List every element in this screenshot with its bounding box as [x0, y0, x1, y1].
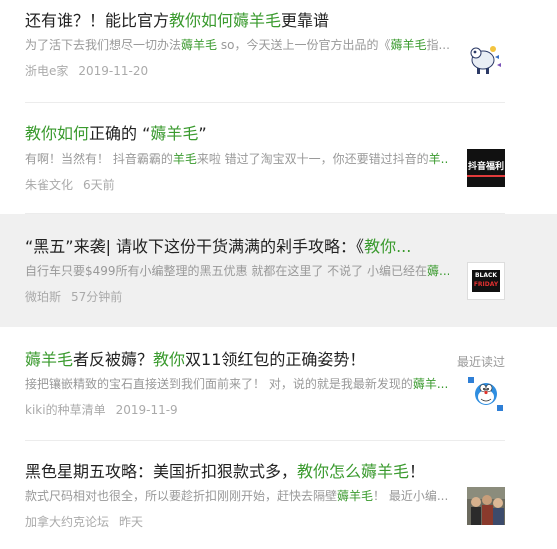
result-meta: 浙电e家 2019-11-20: [25, 62, 148, 80]
result-snippet: 自行车只要$499所有小编整理的黑五优惠 就都在这里了 不说了 小编已经在薅..…: [25, 264, 449, 278]
result-snippet: 款式尺码相对也很全，所以要趁折扣刚刚开始，赶快去隔壁薅羊毛！ 最近小编...: [25, 489, 449, 503]
result-snippet: 接把镶嵌精致的宝石直接送到我们面前来了！ 对，说的就是我最新发现的薅羊...: [25, 377, 449, 391]
recently-read-label: 最近读过: [457, 355, 506, 369]
result-meta: 微珀斯 57分钟前: [25, 288, 122, 306]
result-item-3[interactable]: “黑五”来袭| 请收下这份干货满满的剁手攻略：《教你... 自行车只要$499所…: [0, 214, 557, 327]
result-time: 2019-11-20: [78, 64, 149, 78]
result-time: 2019-11-9: [115, 403, 178, 417]
result-time: 6天前: [83, 178, 115, 192]
search-results-list: 还有谁？！能比官方教你如何薅羊毛更靠谱 为了活下去我们想尽一切办法薅羊毛 so，…: [0, 0, 557, 549]
result-meta: 加拿大约克论坛 昨天: [25, 513, 143, 531]
result-source: 加拿大约克论坛: [25, 515, 110, 529]
douyin-welfare-thumbnail: 抖音福利: [467, 149, 505, 187]
result-item-4[interactable]: 薅羊毛者反被薅？教你双11领红包的正确姿势！ 最近读过 接把镶嵌精致的宝石直接送…: [0, 327, 557, 440]
result-item-5[interactable]: 黑色星期五攻略：美国折扣狠款式多，教你怎么薅羊毛！ 款式尺码相对也很全，所以要趁…: [0, 441, 557, 549]
result-item-2[interactable]: 教你如何正确的 “薅羊毛” 有啊！当然有！ 抖音霸霸的羊毛来啦 错过了淘宝双十一…: [0, 103, 557, 213]
douyin-thumb-text: 抖音福利: [467, 162, 504, 172]
result-source: 浙电e家: [25, 64, 69, 78]
result-source: 微珀斯: [25, 290, 62, 304]
result-source: kiki的种草清单: [25, 403, 106, 417]
result-title[interactable]: “黑五”来袭| 请收下这份干货满满的剁手攻略：《教你...: [25, 236, 411, 258]
result-snippet: 为了活下去我们想尽一切办法薅羊毛 so，今天送上一份官方出品的《薅羊毛指...: [25, 38, 449, 52]
cartoon-sheep-thumbnail: [467, 39, 505, 77]
result-meta: kiki的种草清单 2019-11-9: [25, 401, 178, 419]
shopping-crowd-thumbnail: [467, 487, 505, 525]
result-snippet: 有啊！当然有！ 抖音霸霸的羊毛来啦 错过了淘宝双十一，你还要错过抖音的羊...: [25, 152, 449, 166]
black-friday-thumbnail: BLACK FRIDAY: [467, 262, 505, 300]
result-time: 57分钟前: [71, 290, 123, 304]
result-title[interactable]: 教你如何正确的 “薅羊毛”: [25, 123, 207, 145]
result-time: 昨天: [119, 515, 144, 529]
result-source: 朱雀文化: [25, 178, 74, 192]
result-title[interactable]: 薅羊毛者反被薅？教你双11领红包的正确姿势！: [25, 349, 365, 371]
result-title[interactable]: 还有谁？！能比官方教你如何薅羊毛更靠谱: [25, 10, 329, 32]
result-title[interactable]: 黑色星期五攻略：美国折扣狠款式多，教你怎么薅羊毛！: [25, 461, 425, 483]
result-item-1[interactable]: 还有谁？！能比官方教你如何薅羊毛更靠谱 为了活下去我们想尽一切办法薅羊毛 so，…: [0, 0, 557, 102]
doraemon-thumbnail: [467, 375, 505, 413]
result-meta: 朱雀文化 6天前: [25, 176, 115, 194]
